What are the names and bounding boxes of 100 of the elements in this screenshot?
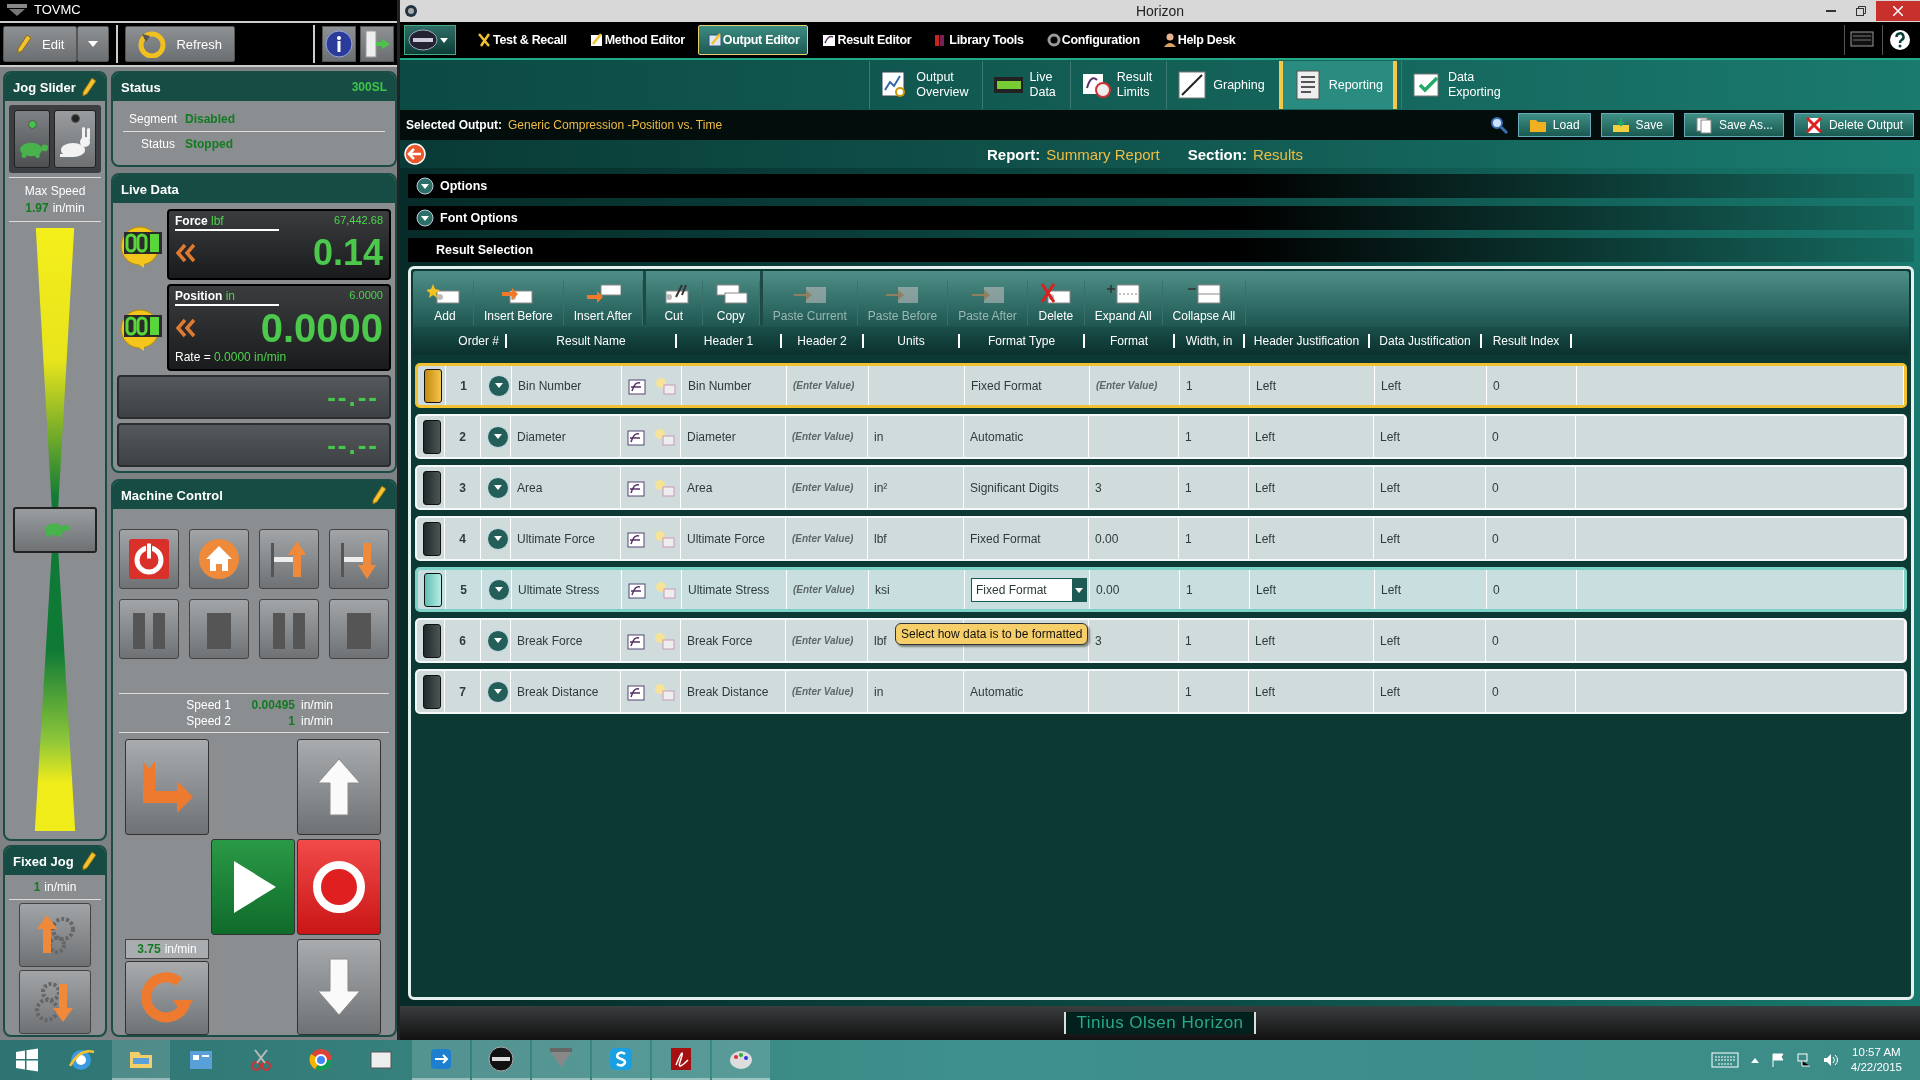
jog-up-button[interactable] [19,903,91,967]
menu-tab[interactable]: Test & Recall [468,25,576,55]
order-number: 5 [446,570,482,609]
menu-tab[interactable]: Configuration [1036,25,1149,55]
table-cell: 1 [1179,416,1249,457]
menu-tab[interactable]: Help Desk [1152,25,1245,55]
return-rate-value: 3.75 [137,942,161,956]
crosshead-up-button[interactable] [259,529,319,589]
grip-button[interactable] [189,599,249,659]
info-button[interactable] [322,26,356,62]
load-button[interactable]: Load [1517,113,1591,137]
return-cycle-button[interactable] [125,961,209,1035]
network-icon [1796,1053,1811,1067]
header-2-field[interactable]: (Enter Value) [792,533,867,544]
header-2-field[interactable]: (Enter Value) [793,584,868,595]
home-icon [197,537,241,581]
door-arrow-icon [363,29,391,59]
return-button[interactable] [125,739,209,835]
power-button[interactable] [119,529,179,589]
edit-button[interactable]: Edit [3,26,78,62]
result-row[interactable]: 5 Ultimate Stress Ultimate Stress (Enter Value) ksi Fixed Format 0.00 1 Left Left 0 [415,567,1907,612]
result-row[interactable]: 7 Break Distance Break Distance (Enter Value) in Automatic 1 Left Left 0 [415,669,1907,714]
delete-button[interactable]: Delete Output [1793,113,1914,137]
turtle-mode-button[interactable] [14,110,50,168]
home-button[interactable] [189,529,249,589]
caret-up-icon [1750,1057,1759,1063]
table-cell: Fixed Format [965,366,1090,405]
format-field[interactable]: (Enter Value) [1096,380,1179,391]
bulb-icon [654,580,676,599]
rabbit-mode-button[interactable] [54,110,96,168]
expand-row-button[interactable] [487,425,509,448]
collapsible-section-header[interactable]: Font Options [408,206,1914,230]
order-number: 6 [445,620,481,661]
double-chevron-icon [175,317,197,339]
section-tab[interactable]: Output Overview [869,61,979,109]
result-row[interactable]: 3 Area Area (Enter Value) in² Significant Digits 3 1 Left Left 0 [415,465,1907,510]
refresh-button[interactable]: Refresh [125,26,235,62]
jog-down-button[interactable] [19,970,91,1034]
grip-button[interactable] [259,599,319,659]
result-row[interactable]: 2 Diameter Diameter (Enter Value) in Automatic 1 Left Left 0 [415,414,1907,459]
save-as-button[interactable]: Save As... [1683,113,1784,137]
menu-tab[interactable]: Method Editor [579,25,694,55]
insert-after-button[interactable]: Insert After [563,281,643,325]
table-cell: Ultimate Force [511,518,621,559]
crosshead-down-button[interactable] [329,529,389,589]
grip-button[interactable] [329,599,389,659]
row-handle[interactable] [423,674,441,709]
save-button[interactable]: Save [1600,113,1674,137]
slider-thumb[interactable] [13,506,97,553]
expand-row-button[interactable] [488,374,510,397]
close-button[interactable] [1876,1,1920,21]
section-tab[interactable]: Data Exporting [1400,61,1511,109]
row-handle[interactable] [424,572,442,607]
menu-tab[interactable]: Result Editor [812,25,921,55]
expand-all-button[interactable]: Expand All [1084,281,1163,325]
expand-row-button[interactable] [487,476,509,499]
back-button[interactable] [404,143,426,165]
expand-row-button[interactable] [487,680,509,703]
header-2-field[interactable]: (Enter Value) [792,482,867,493]
expand-row-button[interactable] [488,578,510,601]
down-button[interactable] [297,939,381,1035]
table-cell: Ultimate Force [681,518,786,559]
section-tab[interactable]: Graphing [1166,61,1275,109]
header-2-field[interactable]: (Enter Value) [792,686,867,697]
format-type-dropdown[interactable]: Fixed Format [971,577,1087,602]
speed-slider-track[interactable] [13,228,97,831]
pencil-icon [16,34,32,54]
up-button[interactable] [297,739,381,835]
start-button[interactable] [211,839,295,935]
collapse-all-button[interactable]: Collapse All [1162,281,1247,325]
app-menu-button[interactable] [404,25,456,55]
header-2-field[interactable]: (Enter Value) [793,380,868,391]
grip-button[interactable] [119,599,179,659]
delete-button[interactable]: Delete [1027,281,1085,325]
section-tab[interactable]: Live Data [982,61,1066,109]
row-handle[interactable] [424,368,442,403]
result-row[interactable]: 4 Ultimate Force Ultimate Force (Enter Value) lbf Fixed Format 0.00 1 Left Left 0 [415,516,1907,561]
header-2-field[interactable]: (Enter Value) [792,635,867,646]
row-handle[interactable] [423,470,441,505]
expand-row-button[interactable] [487,629,509,652]
taskbar-app-button[interactable] [472,1040,530,1080]
section-tab[interactable]: Result Limits [1069,61,1163,109]
menu-tab[interactable]: Output Editor [697,25,809,55]
exit-button[interactable] [360,26,394,62]
table-cell: Left [1374,518,1486,559]
section-tab[interactable]: Reporting [1278,61,1397,109]
result-row[interactable]: 1 Bin Number Bin Number (Enter Value) Fixed Format (Enter Value) 1 Left Left 0 [415,363,1907,408]
row-handle[interactable] [423,521,441,556]
row-handle[interactable] [423,419,441,454]
menu-tab[interactable]: Library Tools [924,25,1033,55]
header-2-field[interactable]: (Enter Value) [792,431,867,442]
dropdown-button[interactable] [77,26,110,62]
row-handle[interactable] [423,623,441,658]
insert-before-button[interactable]: Insert Before [474,281,564,325]
cut-button[interactable]: Cut [645,281,703,325]
expand-row-button[interactable] [487,527,509,550]
collapsible-section-header[interactable]: Options [408,174,1914,198]
stop-button[interactable] [297,839,381,935]
copy-button[interactable]: Copy [702,281,760,325]
add-button[interactable]: Add [417,281,474,325]
